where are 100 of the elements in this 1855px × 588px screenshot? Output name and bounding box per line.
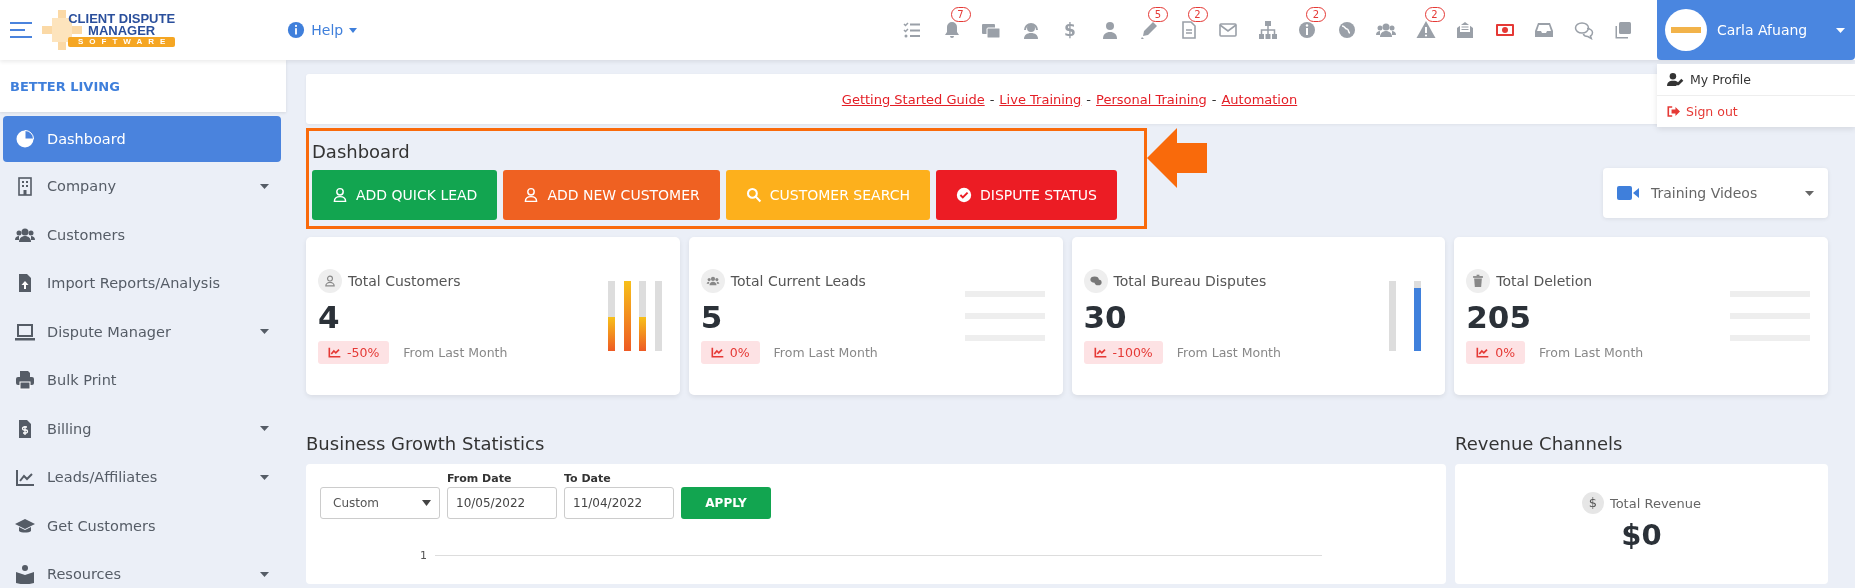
training-videos-dropdown[interactable]: Training Videos (1603, 168, 1828, 218)
notification-badge: 2 (1424, 7, 1445, 22)
separator-text: - (1086, 91, 1092, 107)
trash-icon (1466, 268, 1491, 293)
warning-icon[interactable] (1415, 20, 1436, 40)
guide-link[interactable]: Automation (1221, 91, 1298, 107)
checklist-icon[interactable] (902, 20, 922, 40)
company-name: BETTER LIVING (0, 60, 286, 112)
change-note: From Last Month (773, 344, 878, 360)
separator-text: - (989, 91, 995, 107)
trend-icon (328, 346, 341, 358)
notification-badge: 2 (1306, 7, 1326, 22)
logo-text: MANAGER (88, 25, 156, 37)
avatar-icon (1665, 9, 1707, 51)
user-menu-button[interactable]: Carla Afuang (1657, 0, 1855, 60)
sign-out-link[interactable]: Sign out (1657, 95, 1855, 127)
chat-icon (1083, 268, 1108, 293)
info-icon[interactable] (1297, 20, 1317, 40)
sidebar-item[interactable]: Resources (3, 550, 281, 588)
change-badge: -50% (318, 340, 390, 364)
sidebar-item[interactable]: Get Customers (3, 501, 281, 550)
guide-link[interactable]: Live Training (999, 91, 1082, 107)
printer-icon (15, 370, 35, 391)
action-button[interactable]: ADD QUICK LEAD (312, 170, 498, 220)
change-note: From Last Month (403, 344, 508, 360)
notification-badge: 7 (950, 7, 971, 22)
notification-badge: 2 (1187, 7, 1208, 22)
sidebar-item[interactable]: Bulk Print (3, 356, 281, 405)
pen-icon[interactable] (1139, 20, 1159, 40)
inbox-icon[interactable] (1534, 20, 1554, 40)
action-button[interactable]: DISPUTE STATUS (936, 170, 1117, 220)
trend-icon (1476, 346, 1490, 358)
trend-icon (1093, 346, 1107, 358)
sign-out-icon (1667, 105, 1680, 118)
help-menu[interactable]: Help (287, 21, 358, 39)
card-title: Total Current Leads (730, 272, 866, 289)
sidebar-item[interactable]: Leads/Affiliates (3, 453, 281, 502)
card-title: Total Customers (348, 272, 461, 289)
sidebar-item[interactable]: Import Reports/Analysis (3, 259, 281, 308)
user-edit-icon (1667, 73, 1684, 86)
sidebar-item[interactable]: Dispute Manager (3, 307, 281, 356)
change-note: From Last Month (1539, 344, 1644, 360)
sitemap-icon[interactable] (1257, 20, 1278, 40)
profile-link[interactable]: My Profile (1657, 64, 1855, 95)
axis-tick-label: 1 (420, 549, 427, 562)
section-title: Revenue Channels (1455, 433, 1624, 454)
guide-link[interactable]: Personal Training (1096, 91, 1207, 107)
copy-icon[interactable] (1613, 20, 1633, 40)
book-reader-icon (15, 564, 35, 585)
range-select[interactable]: Custom (320, 487, 440, 519)
caret-icon (1836, 27, 1845, 33)
users-icon (700, 268, 725, 293)
sidebar-item[interactable]: Billing (3, 404, 281, 453)
page-title: Dashboard (312, 141, 411, 162)
logo-tagline: SOFTWARE (68, 37, 176, 47)
guide-link[interactable]: Getting Started Guide (841, 91, 985, 107)
chat-icon[interactable] (1573, 20, 1594, 40)
search-icon (745, 187, 762, 203)
video-camera-icon (1617, 186, 1639, 200)
user-icon (318, 268, 342, 293)
change-badge: -100% (1083, 340, 1163, 364)
check-circle-icon (956, 187, 972, 203)
action-button[interactable]: ADD NEW CUSTOMER (503, 170, 720, 220)
notification-badge: 5 (1148, 7, 1168, 22)
info-icon (287, 21, 306, 39)
caret-icon (422, 500, 431, 506)
envelope-icon[interactable] (1218, 20, 1238, 40)
apply-button[interactable]: APPLY (681, 487, 771, 519)
stat-value: 5 (700, 298, 724, 335)
change-badge: 0% (1466, 340, 1526, 364)
revenue-value: $0 (1621, 518, 1662, 552)
sidebar-item[interactable]: Dashboard (3, 116, 281, 162)
field-label: From Date (447, 472, 513, 485)
stat-value: 205 (1466, 298, 1532, 335)
section-title: Business Growth Statistics (306, 433, 546, 454)
change-note: From Last Month (1176, 344, 1281, 360)
user-icon (332, 187, 348, 203)
user-icon (523, 187, 540, 203)
sidebar-item[interactable]: Customers (3, 210, 281, 259)
card-title: Total Deletion (1496, 272, 1593, 289)
trend-icon (710, 346, 724, 358)
line-chart-icon (15, 467, 35, 488)
caret-icon (1805, 190, 1814, 196)
stat-value: 4 (318, 298, 341, 335)
menu-icon[interactable] (10, 22, 32, 38)
change-badge: 0% (700, 340, 760, 364)
from-date-field[interactable]: 10/05/2022 (447, 487, 557, 519)
bar-graphic-drawing (607, 281, 662, 351)
laptop-icon (15, 321, 35, 342)
separator-text: - (1211, 91, 1217, 107)
envelope-open-icon[interactable] (1455, 20, 1475, 40)
caret-icon (349, 27, 358, 33)
sidebar-item[interactable]: Company (3, 162, 281, 211)
revenue-label: Total Revenue (1609, 495, 1702, 511)
pie-chart-icon (15, 129, 35, 149)
building-icon (15, 176, 35, 197)
logo-text: CLIENT DISPUTE (68, 13, 176, 25)
card-title: Total Bureau Disputes (1113, 272, 1267, 289)
dollar-icon: $ (1581, 492, 1604, 514)
to-date-field[interactable]: 11/04/2022 (564, 487, 674, 519)
